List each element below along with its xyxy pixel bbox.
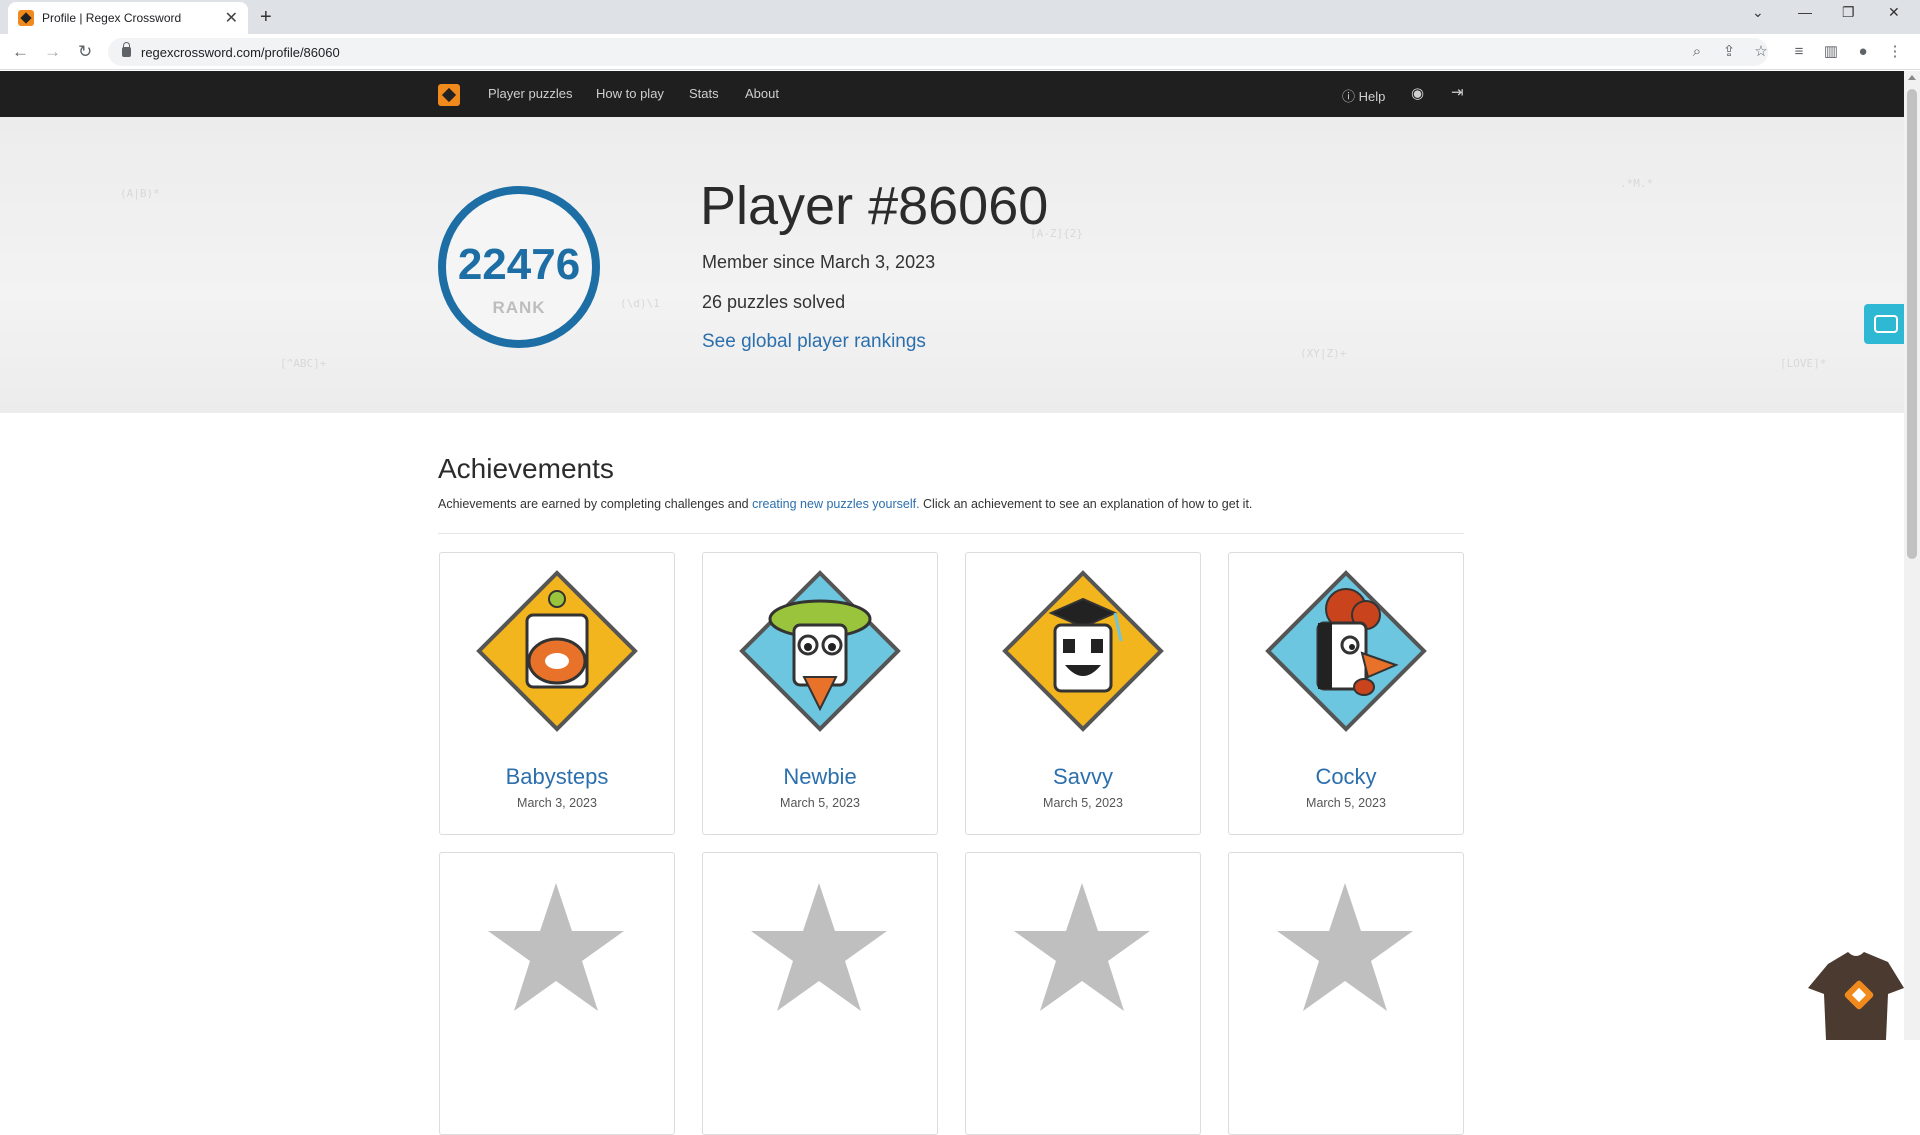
achievement-card-babysteps[interactable]: Babysteps March 3, 2023 — [439, 552, 675, 835]
feedback-chat-icon[interactable] — [1864, 304, 1904, 344]
cocky-badge-icon — [1265, 570, 1427, 732]
achievement-date: March 5, 2023 — [780, 796, 860, 810]
locked-achievement-card[interactable] — [702, 852, 938, 1135]
tab-title: Profile | Regex Crossword — [42, 11, 182, 25]
achievement-date: March 5, 2023 — [1306, 796, 1386, 810]
browser-toolbar: ← → ↻ regexcrossword.com/profile/86060 ⌕… — [0, 34, 1920, 70]
newbie-badge-icon — [739, 570, 901, 732]
new-tab-button[interactable]: + — [260, 6, 272, 29]
savvy-badge-icon — [1002, 570, 1164, 732]
page-scrollbar[interactable] — [1904, 71, 1920, 1040]
help-circle-icon: ⓘ — [1342, 89, 1356, 104]
address-bar[interactable]: regexcrossword.com/profile/86060 — [108, 38, 1768, 66]
achievement-date: March 3, 2023 — [517, 796, 597, 810]
tshirt-promo-icon[interactable] — [1808, 944, 1904, 1040]
star-icon — [1014, 883, 1150, 1011]
locked-achievement-card[interactable] — [439, 852, 675, 1135]
reload-icon[interactable]: ↻ — [78, 42, 92, 62]
zoom-icon[interactable]: ⌕ — [1688, 43, 1706, 61]
locked-achievement-card[interactable] — [965, 852, 1201, 1135]
divider — [438, 533, 1464, 534]
nav-help[interactable]: ⓘ Help — [1342, 86, 1385, 105]
achievement-card-cocky[interactable]: Cocky March 5, 2023 — [1228, 552, 1464, 835]
achievement-name: Babysteps — [505, 764, 609, 789]
achievement-date: March 5, 2023 — [1043, 796, 1123, 810]
achievement-name: Savvy — [1053, 764, 1113, 789]
back-arrow-icon[interactable]: ← — [12, 42, 29, 62]
rank-badge: 22476 RANK — [438, 186, 600, 348]
achievement-card-savvy[interactable]: Savvy March 5, 2023 — [965, 552, 1201, 835]
side-panel-icon[interactable]: ▥ — [1822, 43, 1840, 61]
site-logo-icon[interactable] — [438, 84, 460, 106]
achievements-heading: Achievements — [438, 453, 614, 484]
nav-how-to-play[interactable]: How to play — [596, 86, 664, 101]
puzzles-solved: 26 puzzles solved — [702, 292, 846, 312]
create-puzzles-link[interactable]: creating new puzzles yourself. — [752, 497, 919, 511]
desc-text-before: Achievements are earned by completing ch… — [438, 497, 753, 511]
forward-arrow-icon[interactable]: → — [44, 42, 61, 62]
site-navbar: Player puzzles How to play Stats About ⓘ… — [0, 71, 1904, 117]
rank-label: RANK — [492, 298, 546, 317]
star-icon — [1277, 883, 1413, 1011]
logout-icon[interactable]: ⇥ — [1451, 83, 1464, 101]
player-title: Player #86060 — [700, 176, 1049, 236]
github-icon[interactable]: ◉ — [1411, 84, 1424, 102]
global-rankings-link[interactable]: See global player rankings — [702, 331, 926, 353]
nav-stats[interactable]: Stats — [689, 86, 719, 101]
scrollbar-thumb[interactable] — [1907, 89, 1917, 559]
nav-about[interactable]: About — [745, 86, 779, 101]
browser-tab[interactable]: Profile | Regex Crossword ✕ — [8, 2, 248, 34]
rank-number: 22476 — [457, 240, 581, 289]
browser-tabstrip: Profile | Regex Crossword ✕ + ⌄ — ❐ ✕ — [0, 0, 1920, 34]
lock-icon — [122, 42, 131, 57]
site-favicon-icon — [18, 10, 34, 26]
restore-icon[interactable]: ❐ — [1842, 4, 1855, 21]
share-icon[interactable]: ⇪ — [1720, 43, 1738, 61]
star-icon — [488, 883, 624, 1011]
member-since: Member since March 3, 2023 — [702, 252, 936, 272]
nav-help-label: Help — [1358, 89, 1386, 104]
desc-text-after: Click an achievement to see an explanati… — [919, 497, 1253, 511]
achievement-name: Cocky — [1315, 764, 1377, 789]
menu-kebab-icon[interactable]: ⋮ — [1886, 43, 1904, 61]
locked-achievement-card[interactable] — [1228, 852, 1464, 1135]
scroll-up-arrow-icon[interactable] — [1908, 75, 1916, 80]
bookmark-star-icon[interactable]: ☆ — [1752, 43, 1770, 61]
close-tab-icon[interactable]: ✕ — [225, 8, 238, 28]
profile-avatar-icon[interactable]: ● — [1854, 43, 1872, 61]
close-window-icon[interactable]: ✕ — [1888, 4, 1900, 21]
achievements-description: Achievements are earned by completing ch… — [438, 497, 1252, 511]
url-text: regexcrossword.com/profile/86060 — [141, 44, 340, 60]
tab-search-icon[interactable]: ⌄ — [1752, 4, 1764, 21]
star-icon — [751, 883, 887, 1011]
reading-list-icon[interactable]: ≡ — [1790, 43, 1808, 61]
minimize-icon[interactable]: — — [1798, 4, 1812, 20]
profile-hero: (A|B)* [^ABC]+ (\d)\1 [A-Z]{2} (XY|Z)+ .… — [0, 117, 1904, 413]
babysteps-badge-icon — [476, 570, 638, 732]
achievement-name: Newbie — [783, 764, 857, 789]
nav-player-puzzles[interactable]: Player puzzles — [488, 86, 573, 101]
achievement-card-newbie[interactable]: Newbie March 5, 2023 — [702, 552, 938, 835]
